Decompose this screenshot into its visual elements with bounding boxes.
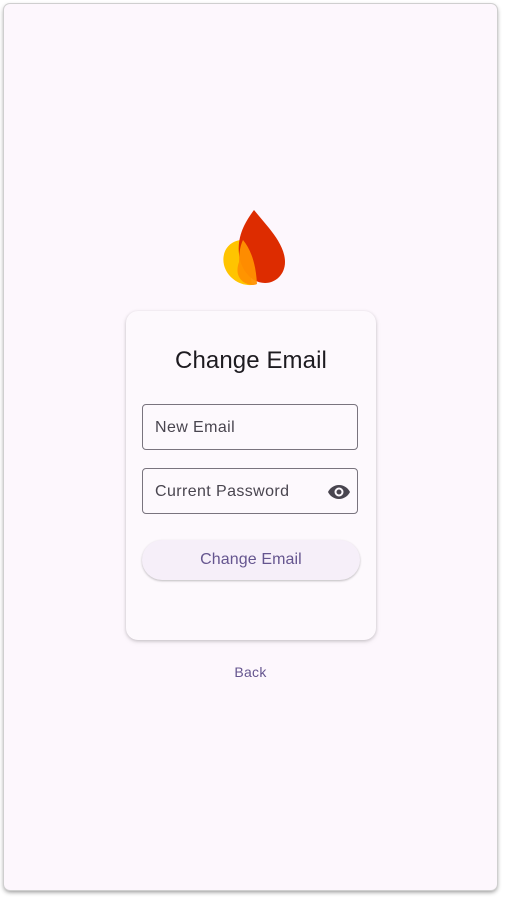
change-email-button[interactable]: Change Email [142, 540, 360, 580]
eye-icon[interactable] [327, 480, 351, 504]
current-password-placeholder: Current Password [155, 483, 290, 500]
change-email-card: Change Email New Email Current Password … [126, 311, 376, 640]
back-link[interactable]: Back [4, 664, 497, 680]
card-title: Change Email [175, 347, 327, 374]
new-email-field[interactable]: New Email [142, 404, 358, 450]
app-screen: Change Email New Email Current Password … [4, 4, 497, 890]
flame-logo-icon [223, 210, 285, 286]
current-password-field[interactable]: Current Password [142, 468, 358, 514]
new-email-placeholder: New Email [155, 419, 236, 436]
